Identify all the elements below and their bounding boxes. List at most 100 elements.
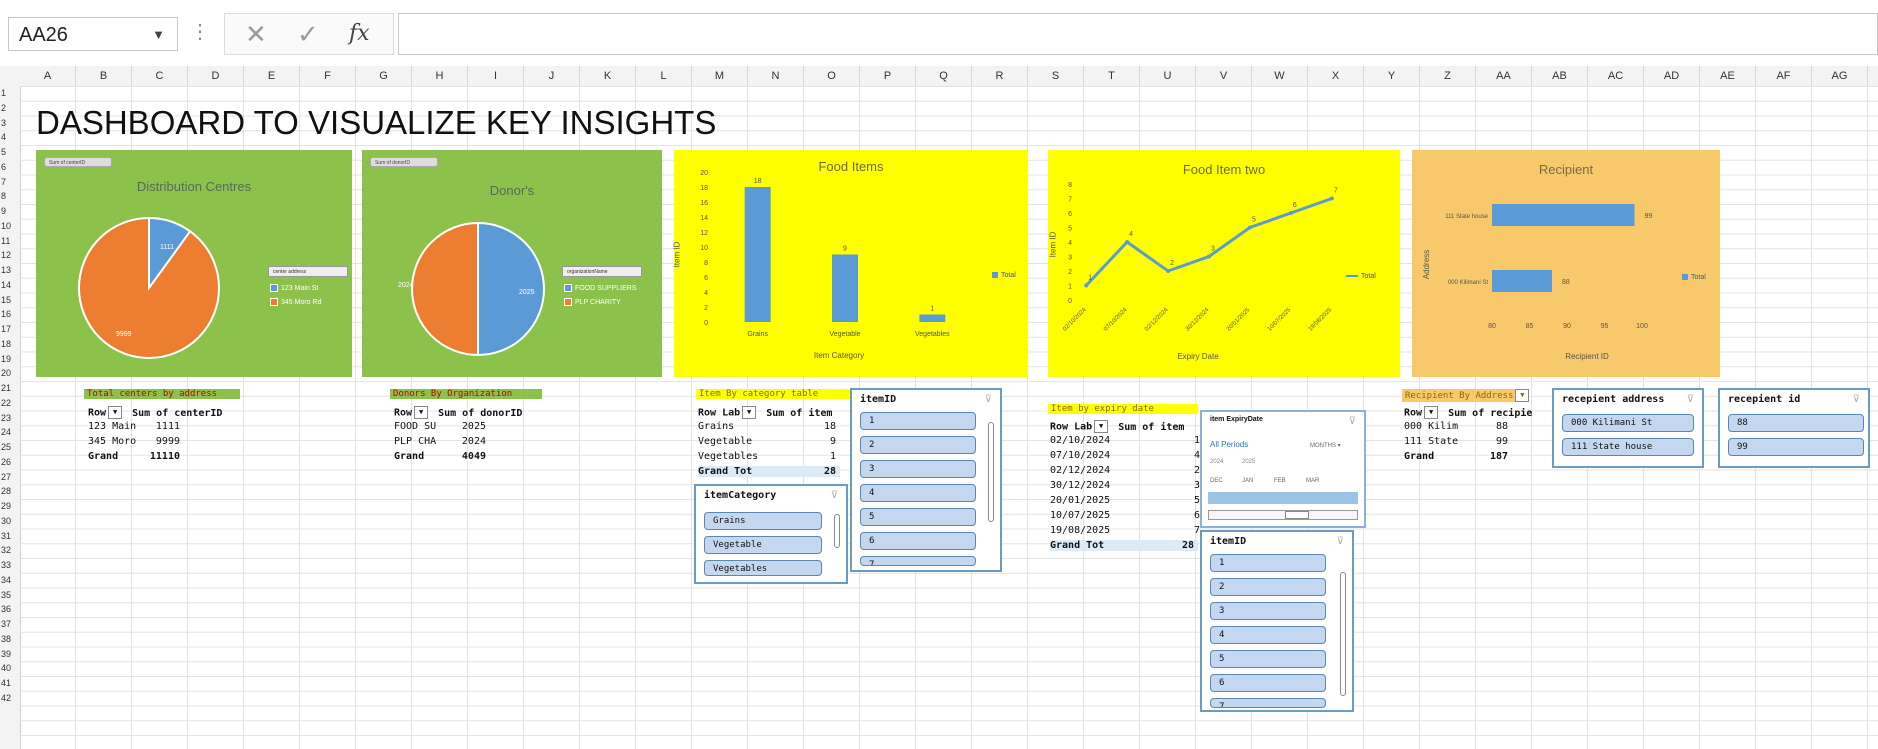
filter-dropdown-icon[interactable]: ▼	[1094, 420, 1109, 433]
row-header-cell[interactable]: 26	[0, 457, 21, 467]
donors-chart[interactable]: Sum of donorID Donor's 2025 2024 organiz…	[362, 150, 662, 377]
row-header-cell[interactable]: 20	[0, 368, 21, 378]
slicer-item[interactable]: Grains	[704, 512, 822, 530]
row-header-cell[interactable]: 38	[0, 634, 21, 644]
row-header-cell[interactable]: 34	[0, 575, 21, 585]
slicer-item[interactable]: 1	[860, 412, 976, 430]
row-header-cell[interactable]: 11	[0, 236, 21, 246]
slicer-item-category[interactable]: itemCategory ⊽ Grains Vegetable Vegetabl…	[694, 484, 848, 584]
row-header-cell[interactable]: 9	[0, 206, 21, 216]
row-header-cell[interactable]: 16	[0, 309, 21, 319]
row-header-cell[interactable]: 4	[0, 132, 21, 142]
row-header-cell[interactable]: 2	[0, 103, 21, 113]
slicer-item-id-2[interactable]: itemID ⊽ 1 2 3 4 5 6 7	[1200, 530, 1354, 712]
column-header-cell[interactable]: W	[1252, 66, 1308, 86]
row-header-cell[interactable]: 23	[0, 413, 21, 423]
row-header-cell[interactable]: 3	[0, 118, 21, 128]
column-header-cell[interactable]: U	[1140, 66, 1196, 86]
column-header-cell[interactable]: H	[412, 66, 468, 86]
insert-function-icon[interactable]: fx	[349, 14, 370, 54]
column-header-cell[interactable]: C	[132, 66, 188, 86]
column-header-cell[interactable]: P	[860, 66, 916, 86]
row-header-cell[interactable]: 21	[0, 383, 21, 393]
slicer-item[interactable]: 1	[1210, 554, 1326, 572]
column-header-cell[interactable]: T	[1084, 66, 1140, 86]
row-header-cell[interactable]: 6	[0, 162, 21, 172]
slicer-scrollbar[interactable]	[1340, 572, 1346, 696]
filter-dropdown-icon[interactable]: ▼	[1424, 406, 1439, 419]
filter-dropdown-icon[interactable]: ▼	[414, 406, 429, 419]
slicer-recipient-address[interactable]: recepient address ⊽ 000 Kilimani St 111 …	[1552, 388, 1704, 468]
column-header-cell[interactable]: AB	[1532, 66, 1588, 86]
slicer-item[interactable]: 7	[1210, 698, 1326, 708]
clear-filter-icon[interactable]: ⊽	[831, 490, 838, 501]
row-header-cell[interactable]: 25	[0, 442, 21, 452]
row-header-cell[interactable]: 28	[0, 486, 21, 496]
column-header-cell[interactable]: J	[524, 66, 580, 86]
clear-filter-icon[interactable]: ⊽	[1337, 536, 1344, 547]
row-header-cell[interactable]: 24	[0, 427, 21, 437]
slicer-item[interactable]: 5	[860, 508, 976, 526]
slicer-item-id[interactable]: itemID ⊽ 1 2 3 4 5 6 7	[850, 388, 1002, 572]
column-header-cell[interactable]: O	[804, 66, 860, 86]
slicer-item[interactable]: 4	[860, 484, 976, 502]
food-item-two-chart[interactable]: Food Item two 0 1 2 3 4 5 6 7 8 1 02/10/2024 4 07/10…	[1048, 150, 1400, 377]
timeline-unit-dropdown[interactable]: MONTHS ▾	[1310, 442, 1341, 449]
column-header-cell[interactable]: Z	[1420, 66, 1476, 86]
row-header-cell[interactable]: 35	[0, 590, 21, 600]
row-header-cell[interactable]: 14	[0, 280, 21, 290]
column-header-cell[interactable]: N	[748, 66, 804, 86]
timeline-scrollbar[interactable]	[1208, 510, 1358, 520]
column-header-cell[interactable]: AE	[1700, 66, 1756, 86]
column-header-cell[interactable]: AC	[1588, 66, 1644, 86]
slicer-item[interactable]: 7	[860, 556, 976, 566]
column-header-cell[interactable]: A	[20, 66, 76, 86]
column-header-cell[interactable]: R	[972, 66, 1028, 86]
row-header-cell[interactable]: 7	[0, 177, 21, 187]
column-header-cell[interactable]: Q	[916, 66, 972, 86]
slicer-recipient-id[interactable]: recepient id ⊽ 88 99	[1718, 388, 1870, 468]
row-header-cell[interactable]: 42	[0, 693, 21, 703]
slicer-item[interactable]: 6	[860, 532, 976, 550]
row-header-cell[interactable]: 10	[0, 221, 21, 231]
slicer-expiry-timeline[interactable]: item ExpiryDate ⊽ All Periods MONTHS ▾ 2…	[1200, 410, 1366, 528]
slicer-item[interactable]: 3	[1210, 602, 1326, 620]
row-header-cell[interactable]: 37	[0, 619, 21, 629]
legend-filter-dropdown[interactable]: organizationName	[562, 266, 642, 277]
row-header-cell[interactable]: 40	[0, 663, 21, 673]
distribution-centres-chart[interactable]: Sum of centerID Distribution Centres 111…	[36, 150, 352, 377]
row-header-cell[interactable]: 8	[0, 191, 21, 201]
column-header-cell[interactable]: M	[692, 66, 748, 86]
row-header-cell[interactable]: 17	[0, 324, 21, 334]
row-header-cell[interactable]: 36	[0, 604, 21, 614]
column-header-cell[interactable]: AA	[1476, 66, 1532, 86]
row-header-cell[interactable]: 22	[0, 398, 21, 408]
timeline-bar[interactable]	[1208, 492, 1358, 504]
row-header-cell[interactable]: 30	[0, 516, 21, 526]
column-header-cell[interactable]: X	[1308, 66, 1364, 86]
row-header-cell[interactable]: 1	[0, 88, 21, 98]
column-header-cell[interactable]: Y	[1364, 66, 1420, 86]
slicer-item[interactable]: 99	[1728, 438, 1864, 456]
row-header-cell[interactable]: 29	[0, 501, 21, 511]
filter-dropdown-icon[interactable]: ▼	[742, 406, 757, 419]
slicer-item[interactable]: 4	[1210, 626, 1326, 644]
column-header-cell[interactable]: S	[1028, 66, 1084, 86]
row-header-cell[interactable]: 31	[0, 531, 21, 541]
column-header-cell[interactable]: D	[188, 66, 244, 86]
column-header-cell[interactable]: B	[76, 66, 132, 86]
slicer-item[interactable]: 5	[1210, 650, 1326, 668]
column-header-cell[interactable]: AD	[1644, 66, 1700, 86]
clear-filter-icon[interactable]: ⊽	[985, 394, 992, 405]
slicer-item[interactable]: 88	[1728, 414, 1864, 432]
slicer-item[interactable]: 3	[860, 460, 976, 478]
column-header-cell[interactable]: I	[468, 66, 524, 86]
slicer-item[interactable]: 000 Kilimani St	[1562, 414, 1694, 432]
column-header-cell[interactable]: L	[636, 66, 692, 86]
cancel-icon[interactable]: ✕	[245, 14, 267, 54]
slicer-item[interactable]: 2	[1210, 578, 1326, 596]
legend-filter-dropdown[interactable]: center address	[268, 266, 348, 277]
filter-dropdown-icon[interactable]: ▼	[1515, 389, 1530, 402]
slicer-scrollbar[interactable]	[834, 514, 840, 548]
row-header-cell[interactable]: 19	[0, 354, 21, 364]
